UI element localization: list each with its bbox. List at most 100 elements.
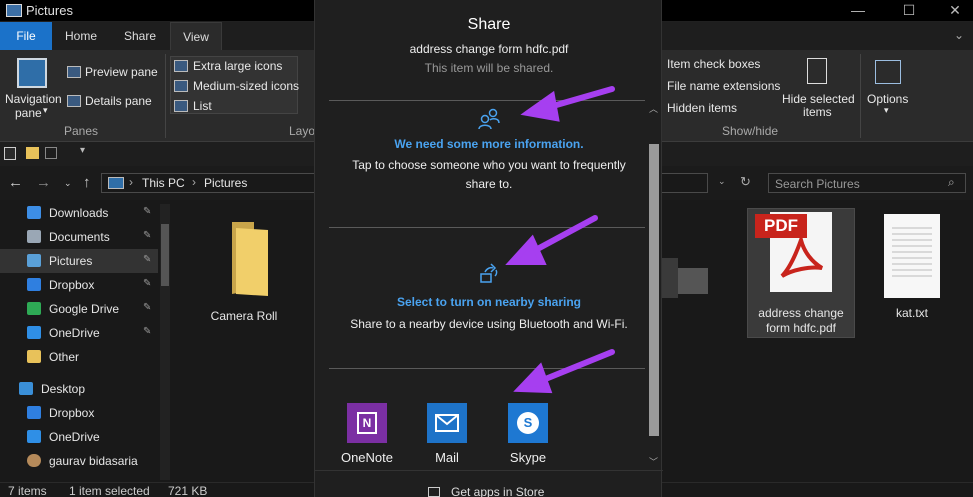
maximize-button[interactable]: ☐ xyxy=(886,0,932,22)
tab-file[interactable]: File xyxy=(0,22,52,50)
breadcrumb-separator: › xyxy=(129,175,133,189)
sidebar-item-dropbox-2[interactable]: Dropbox xyxy=(0,401,158,425)
google-drive-icon xyxy=(27,302,41,315)
skype-label[interactable]: Skype xyxy=(488,450,568,465)
more-info-body-1: Tap to choose someone who you want to fr… xyxy=(352,158,626,172)
hide-selected-items-button[interactable]: Hide selected xyxy=(782,92,855,106)
people-icon[interactable] xyxy=(477,108,501,130)
tab-view[interactable]: View xyxy=(170,22,222,50)
preview-pane-icon xyxy=(67,66,81,78)
ribbon-collapse-icon[interactable]: ⌄ xyxy=(954,28,964,42)
search-icon[interactable]: ⌕ xyxy=(948,175,955,190)
blurred-thumbnail xyxy=(660,258,678,298)
back-arrow-icon[interactable]: ← xyxy=(8,174,23,191)
tab-home[interactable]: Home xyxy=(56,22,106,50)
skype-app-icon[interactable]: S xyxy=(508,403,548,443)
sidebar-item-desktop[interactable]: Desktop xyxy=(0,377,158,401)
file-name-extensions-option[interactable]: File name extensions xyxy=(667,79,780,93)
extra-large-icons-icon xyxy=(174,60,188,72)
onenote-label[interactable]: OneNote xyxy=(327,450,407,465)
forward-arrow-icon[interactable]: → xyxy=(36,174,51,191)
ribbon-separator xyxy=(165,54,166,138)
details-pane-icon xyxy=(67,95,81,107)
sidebar-item-other[interactable]: Other xyxy=(0,345,158,369)
layout-list[interactable]: List xyxy=(193,99,212,113)
share-filename: address change form hdfc.pdf xyxy=(409,42,569,56)
mail-label[interactable]: Mail xyxy=(407,450,487,465)
share-scrollbar-thumb[interactable] xyxy=(649,144,659,436)
sidebar-scrollbar-thumb[interactable] xyxy=(161,224,169,286)
hide-selected-items-label-2[interactable]: items xyxy=(803,105,832,119)
chevron-down-icon[interactable]: ▾ xyxy=(80,145,85,156)
selected-size: 721 KB xyxy=(168,484,208,497)
new-folder-icon[interactable] xyxy=(26,147,39,159)
recent-locations-icon[interactable]: ⌄ xyxy=(64,178,72,189)
sidebar-item-onedrive[interactable]: OneDrive ✎ xyxy=(0,321,158,345)
blurred-thumbnail xyxy=(678,268,708,294)
address-dropdown-icon[interactable]: ⌄ xyxy=(718,176,726,187)
mail-app-icon[interactable] xyxy=(427,403,467,443)
pin-icon[interactable]: ✎ xyxy=(143,254,151,265)
file-item-kat-txt[interactable]: kat.txt xyxy=(862,306,962,320)
properties-icon[interactable] xyxy=(4,147,16,160)
chevron-down-icon[interactable]: ▾ xyxy=(884,105,889,116)
navigation-pane-label[interactable]: Navigation xyxy=(5,92,62,106)
sidebar-item-google-drive[interactable]: Google Drive ✎ xyxy=(0,297,158,321)
item-check-boxes-option[interactable]: Item check boxes xyxy=(667,57,760,71)
layout-medium-icons[interactable]: Medium-sized icons xyxy=(193,79,299,93)
sidebar-item-downloads[interactable]: Downloads ✎ xyxy=(0,201,158,225)
divider xyxy=(329,227,645,228)
list-icon xyxy=(174,100,188,112)
file-name-line-2: form hdfc.pdf xyxy=(765,321,837,335)
selected-count: 1 item selected xyxy=(69,484,150,497)
text-lines-icon xyxy=(892,227,932,277)
search-input[interactable]: Search Pictures xyxy=(768,173,966,193)
store-icon[interactable] xyxy=(428,487,440,497)
nearby-sharing-icon[interactable] xyxy=(479,262,501,284)
pin-icon[interactable]: ✎ xyxy=(143,326,151,337)
folder-icon xyxy=(27,350,41,363)
sidebar-item-dropbox[interactable]: Dropbox ✎ xyxy=(0,273,158,297)
refresh-icon[interactable]: ↻ xyxy=(740,174,751,190)
navigation-pane: Downloads ✎ Documents ✎ Pictures ✎ Dropbox ✎… xyxy=(0,200,173,482)
pin-icon[interactable]: ✎ xyxy=(143,230,151,241)
minimize-button[interactable]: — xyxy=(835,0,881,22)
more-info-body-2: share to. xyxy=(465,177,513,191)
chevron-down-icon[interactable]: ▾ xyxy=(43,105,48,116)
pin-icon[interactable]: ✎ xyxy=(143,206,151,217)
navigation-pane-label-2[interactable]: pane xyxy=(15,106,42,120)
hidden-items-option[interactable]: Hidden items xyxy=(667,101,737,115)
item-count: 7 items xyxy=(8,484,47,497)
tab-share[interactable]: Share xyxy=(114,22,166,50)
options-button[interactable]: Options xyxy=(867,92,908,106)
onedrive-icon xyxy=(27,326,41,339)
onenote-app-icon[interactable]: N xyxy=(347,403,387,443)
close-button[interactable]: ✕ xyxy=(932,0,973,22)
get-apps-in-store-link[interactable]: Get apps in Store xyxy=(451,485,544,497)
divider xyxy=(329,100,645,101)
scroll-down-icon[interactable]: ﹀ xyxy=(649,455,658,468)
folder-icon xyxy=(232,222,268,296)
pin-icon[interactable]: ✎ xyxy=(143,278,151,289)
file-name: Camera Roll xyxy=(210,309,278,323)
file-item-camera-roll[interactable]: Camera Roll xyxy=(194,218,294,323)
preview-pane-button[interactable]: Preview pane xyxy=(85,65,158,79)
pin-icon[interactable]: ✎ xyxy=(143,302,151,313)
scroll-up-icon[interactable]: ︿ xyxy=(649,102,658,115)
up-arrow-icon[interactable]: ↑ xyxy=(83,174,91,191)
envelope-icon xyxy=(435,414,459,432)
sidebar-item-user[interactable]: gaurav bidasaria xyxy=(0,449,158,473)
details-pane-button[interactable]: Details pane xyxy=(85,94,152,108)
show-hide-group-label: Show/hide xyxy=(722,124,779,138)
sidebar-item-pictures[interactable]: Pictures ✎ xyxy=(0,249,158,273)
breadcrumb-pictures[interactable]: Pictures xyxy=(204,176,247,190)
nearby-sharing-link[interactable]: Select to turn on nearby sharing xyxy=(315,295,663,309)
options-icon xyxy=(875,60,901,84)
panes-group-label: Panes xyxy=(64,124,99,138)
layout-extra-large-icons[interactable]: Extra large icons xyxy=(193,59,282,73)
sidebar-item-onedrive-2[interactable]: OneDrive xyxy=(0,425,158,449)
customize-icon[interactable] xyxy=(45,147,57,159)
sidebar-item-documents[interactable]: Documents ✎ xyxy=(0,225,158,249)
breadcrumb-this-pc[interactable]: This PC xyxy=(142,176,185,190)
more-info-link[interactable]: We need some more information. xyxy=(315,137,663,151)
